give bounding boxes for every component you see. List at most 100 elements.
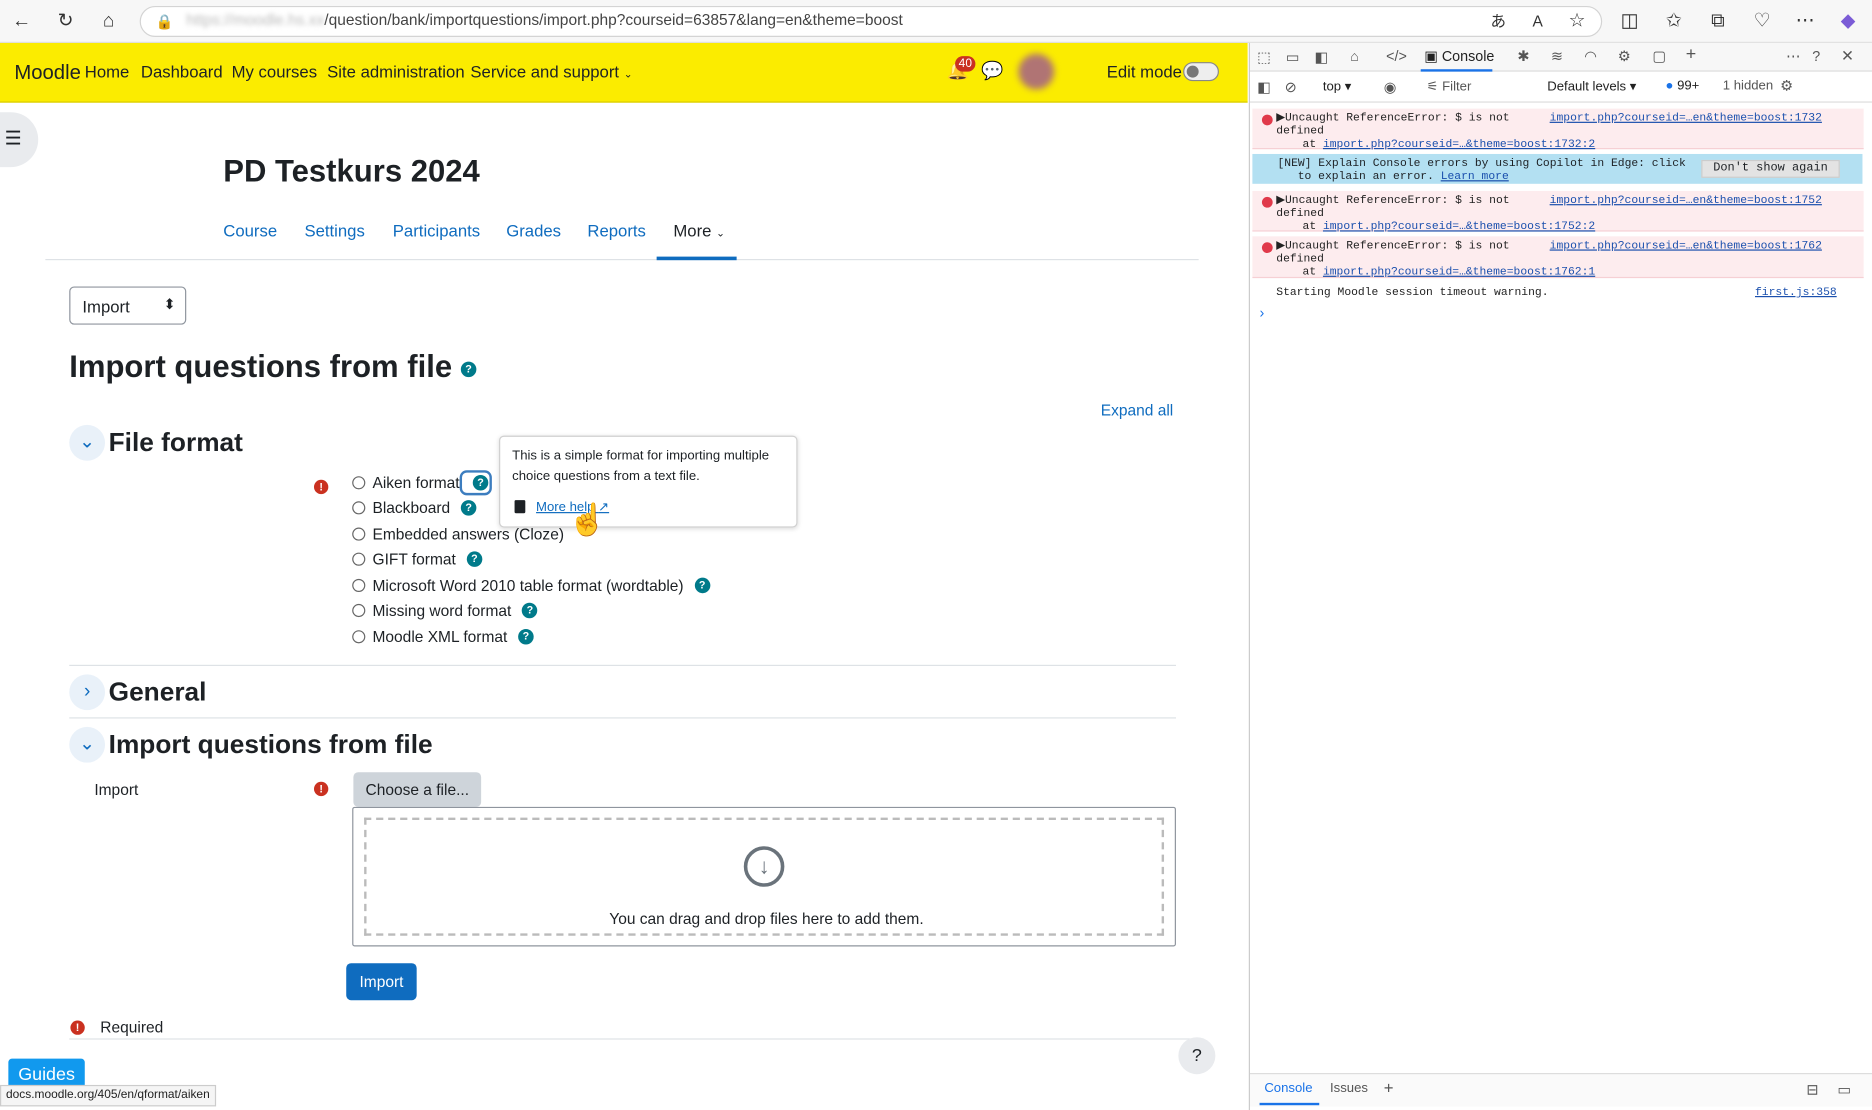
log-levels-select[interactable]: Default levels ▾: [1547, 79, 1636, 94]
tab-participants[interactable]: Participants: [393, 221, 480, 240]
nav-site-administration[interactable]: Site administration: [327, 62, 465, 81]
help-icon[interactable]: ?: [466, 551, 483, 567]
sidebar-toggle-icon[interactable]: ◧: [1257, 79, 1271, 96]
help-icon[interactable]: ?: [522, 602, 538, 619]
stack-link[interactable]: import.php?courseid=…&theme=boost:1732:2: [1323, 137, 1595, 150]
network-wifi-icon[interactable]: ≋: [1551, 48, 1563, 65]
course-index-toggle[interactable]: ☰: [0, 112, 39, 168]
favorites-icon[interactable]: ✩: [1662, 10, 1686, 34]
console-settings-gear-icon[interactable]: ⚙: [1780, 78, 1793, 95]
drawer-tab-console[interactable]: Console: [1264, 1081, 1312, 1095]
inspect-icon[interactable]: ⬚: [1257, 49, 1271, 66]
question-bank-action-select[interactable]: Import: [69, 286, 187, 325]
split-screen-icon[interactable]: ◫: [1618, 10, 1642, 34]
application-icon[interactable]: ▢: [1652, 48, 1666, 65]
add-tool-plus-icon[interactable]: +: [1686, 44, 1696, 64]
help-circle-icon[interactable]: ?: [1812, 48, 1820, 65]
format-option-blackboard[interactable]: Blackboard?: [352, 499, 477, 517]
expand-all-link[interactable]: Expand all: [1101, 401, 1173, 419]
console-prompt-chevron-icon[interactable]: ›: [1260, 304, 1265, 321]
chevron-right-icon[interactable]: ›: [69, 674, 106, 711]
format-option-wordtable[interactable]: Microsoft Word 2010 table format (wordta…: [352, 576, 710, 594]
elements-icon[interactable]: </>: [1386, 48, 1407, 65]
read-aloud-icon[interactable]: A: [1526, 10, 1550, 34]
console-log-message[interactable]: Starting Moodle session timeout warning.…: [1252, 284, 1863, 301]
console-error-message[interactable]: ▶Uncaught ReferenceError: $ is not defin…: [1252, 236, 1864, 279]
clear-console-icon[interactable]: ⊘: [1285, 79, 1297, 96]
source-link[interactable]: first.js:358: [1755, 285, 1837, 298]
stack-link[interactable]: import.php?courseid=…&theme=boost:1752:2: [1323, 220, 1595, 233]
more-tools-icon[interactable]: ⋯: [1786, 48, 1800, 65]
file-drop-area[interactable]: ↓ You can drag and drop files here to ad…: [352, 806, 1176, 947]
brand-logo[interactable]: Moodle: [14, 61, 81, 85]
welcome-home-icon[interactable]: ⌂: [1350, 48, 1359, 65]
filter-input[interactable]: ⚟ Filter: [1427, 79, 1472, 94]
tab-settings[interactable]: Settings: [304, 221, 364, 240]
url-text[interactable]: https://moodle.hs.xx/question/bank/impor…: [186, 11, 903, 29]
tab-course[interactable]: Course: [223, 221, 277, 240]
format-option-missing-word[interactable]: Missing word format?: [352, 602, 538, 619]
dock-icon[interactable]: ◧: [1314, 49, 1328, 66]
live-expression-eye-icon[interactable]: ◉: [1384, 79, 1397, 96]
back-icon[interactable]: ←: [10, 10, 34, 34]
memory-gear-icon[interactable]: ⚙: [1618, 48, 1631, 65]
section-general[interactable]: General: [109, 677, 207, 708]
source-link[interactable]: import.php?courseid=…en&theme=boost:1762: [1550, 239, 1822, 252]
import-submit-button[interactable]: Import: [346, 963, 417, 1001]
avatar[interactable]: [1018, 53, 1055, 90]
format-option-cloze[interactable]: Embedded answers (Cloze): [352, 525, 564, 543]
copilot-icon[interactable]: ◆: [1836, 10, 1860, 34]
drop-zone[interactable]: ↓ You can drag and drop files here to ad…: [364, 817, 1165, 936]
help-icon[interactable]: ?: [460, 361, 477, 377]
chevron-down-icon[interactable]: ⌄: [69, 424, 106, 461]
section-import-from-file[interactable]: Import questions from file: [109, 729, 433, 760]
translate-icon[interactable]: あ: [1486, 10, 1510, 34]
source-link[interactable]: import.php?courseid=…en&theme=boost:1752: [1550, 193, 1822, 206]
radio-button[interactable]: [352, 603, 366, 618]
reload-icon[interactable]: ↻: [54, 10, 78, 34]
edit-mode-toggle[interactable]: [1183, 62, 1219, 82]
quick-view-icon[interactable]: ⊟: [1806, 1081, 1818, 1098]
lock-icon[interactable]: 🔒: [153, 10, 177, 34]
choose-file-button[interactable]: Choose a file...: [353, 772, 482, 807]
radio-button[interactable]: [352, 552, 366, 566]
format-option-gift[interactable]: GIFT format?: [352, 550, 483, 568]
dock-drawer-icon[interactable]: ▭: [1837, 1081, 1851, 1098]
radio-button[interactable]: [352, 630, 366, 644]
format-option-moodle-xml[interactable]: Moodle XML format?: [352, 628, 534, 646]
radio-button[interactable]: [352, 578, 366, 593]
learn-more-link[interactable]: Learn more: [1441, 169, 1509, 182]
nav-my-courses[interactable]: My courses: [232, 62, 317, 81]
favorite-star-icon[interactable]: ☆: [1565, 10, 1589, 34]
close-icon[interactable]: ✕: [1841, 47, 1854, 66]
tab-more[interactable]: More ⌄: [673, 221, 725, 240]
help-icon[interactable]: ?: [518, 629, 534, 645]
collections-icon[interactable]: ⧉: [1706, 10, 1730, 34]
browser-essentials-icon[interactable]: ♡: [1750, 10, 1774, 34]
add-drawer-tab-plus-icon[interactable]: +: [1384, 1078, 1394, 1097]
radio-button[interactable]: [352, 501, 366, 515]
tab-grades[interactable]: Grades: [506, 221, 561, 240]
chevron-down-icon[interactable]: ⌄: [69, 726, 106, 763]
radio-button[interactable]: [352, 476, 366, 490]
tab-reports[interactable]: Reports: [587, 221, 646, 240]
sources-bug-icon[interactable]: ✱: [1517, 48, 1529, 65]
device-icon[interactable]: ▭: [1286, 49, 1300, 66]
nav-dashboard[interactable]: Dashboard: [141, 62, 223, 81]
nav-service-support[interactable]: Service and support ⌄: [470, 62, 632, 81]
help-icon[interactable]: ?: [460, 500, 477, 516]
dont-show-again-button[interactable]: Don't show again: [1701, 159, 1840, 178]
console-error-message[interactable]: ▶Uncaught ReferenceError: $ is not defin…: [1252, 108, 1864, 150]
radio-button[interactable]: [352, 527, 366, 541]
messages-icon[interactable]: 💬: [981, 60, 1003, 81]
nav-home[interactable]: Home: [85, 62, 130, 81]
context-select[interactable]: top ▾: [1323, 79, 1352, 94]
section-file-format[interactable]: File format: [109, 427, 243, 458]
drawer-tab-issues[interactable]: Issues: [1330, 1081, 1368, 1095]
tab-console[interactable]: ▣ Console: [1424, 48, 1494, 65]
performance-icon[interactable]: ◠: [1584, 48, 1597, 65]
console-error-message[interactable]: ▶Uncaught ReferenceError: $ is not defin…: [1252, 190, 1864, 233]
source-link[interactable]: import.php?courseid=…en&theme=boost:1732: [1550, 111, 1822, 124]
home-icon[interactable]: ⌂: [97, 10, 121, 34]
more-menu-icon[interactable]: ⋯: [1793, 10, 1817, 34]
